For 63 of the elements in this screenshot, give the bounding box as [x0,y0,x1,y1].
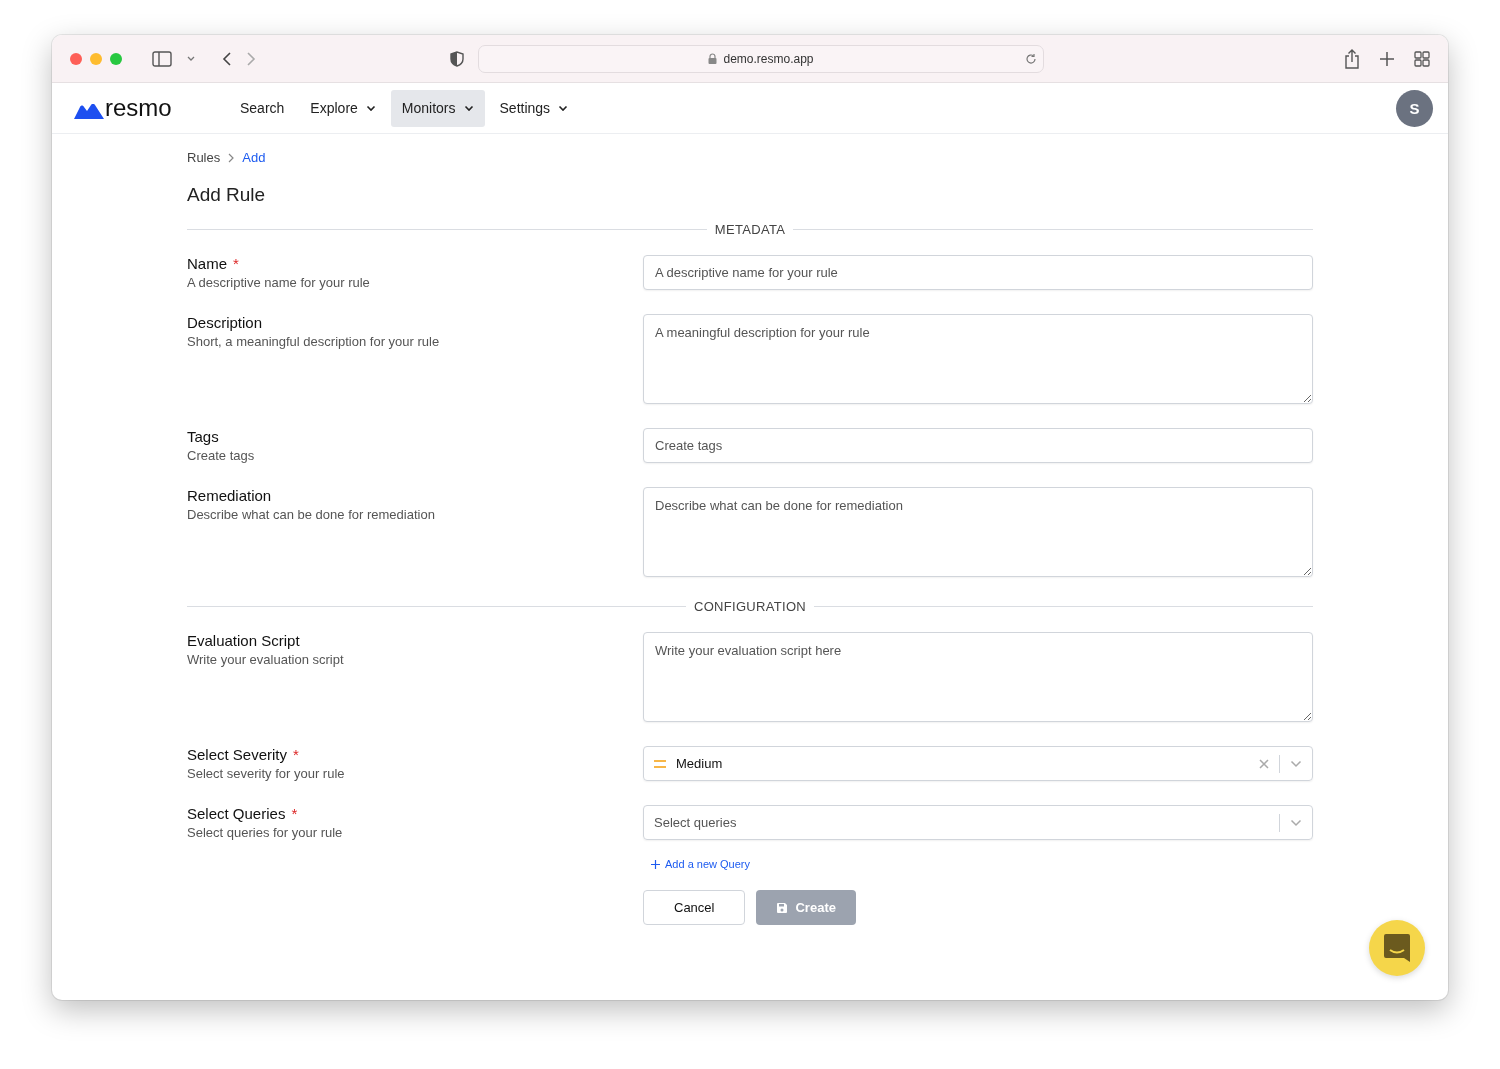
select-field[interactable]: Medium [643,746,1313,781]
textarea-field[interactable]: Write your evaluation script here [643,632,1313,722]
textarea-field[interactable]: A meaningful description for your rule [643,314,1313,404]
breadcrumb-link[interactable]: Rules [187,150,221,165]
tabs-grid-icon[interactable] [1414,50,1430,67]
clear-icon[interactable] [1259,758,1269,769]
user-avatar[interactable]: S [1396,89,1433,127]
required-mark: * [293,746,299,763]
form-button[interactable]: Cancel [643,890,746,925]
field-help: Describe what can be done for remediation [187,507,436,522]
text-input-field[interactable]: Create tags [643,428,1313,463]
logo-text: resmo [105,97,172,119]
nav-item[interactable]: Settings [488,89,580,127]
reload-icon[interactable] [1025,52,1037,65]
add-query-link[interactable]: Add a new Query [651,858,750,870]
field-label: Remediation [187,487,272,504]
breadcrumb-link[interactable]: Add [242,150,266,165]
nav-item[interactable]: Search [229,89,296,127]
field-help: Short, a meaningful description for your rule [187,334,441,349]
textarea-field[interactable]: Describe what can be done for remediation [643,487,1313,577]
chevron-down-icon [558,104,569,112]
save-icon [776,901,789,914]
page-title: Add Rule [187,184,267,206]
back-icon[interactable] [222,50,232,67]
share-icon[interactable] [1344,48,1360,69]
section-heading: METADATA [714,222,786,237]
nav-item[interactable]: Monitors [390,89,485,127]
field-help: Select severity for your rule [187,766,346,781]
field-label: Name [187,255,227,272]
shield-icon[interactable] [450,50,464,67]
chevron-down-icon[interactable] [1290,818,1302,827]
field-help: Select queries for your rule [187,825,344,840]
field-help: Write your evaluation script [187,652,345,667]
lock-icon [708,53,718,64]
required-mark: * [233,255,239,272]
address-bar[interactable]: demo.resmo.app [478,44,1044,73]
field-label: Evaluation Script [187,632,300,649]
chat-icon [1383,933,1411,963]
field-label: Select Severity [187,746,288,763]
field-label: Tags [187,428,219,445]
chevron-down-icon[interactable] [186,54,196,63]
field-label: Select Queries [187,805,286,822]
close-icon[interactable] [70,52,82,65]
field-help: Create tags [187,448,256,463]
equals-icon [654,759,666,768]
chevron-down-icon [365,104,376,112]
text-input-field[interactable]: A descriptive name for your rule [643,255,1313,290]
required-mark: * [291,805,298,822]
section-heading: CONFIGURATION [694,599,806,614]
chevron-right-icon [228,152,235,163]
address-text: demo.resmo.app [723,51,814,66]
sidebar-icon[interactable] [152,50,172,67]
logo-icon [74,104,104,119]
select-field[interactable]: Select queries [643,805,1313,840]
field-help: A descriptive name for your rule [187,275,371,290]
forward-icon[interactable] [246,50,256,67]
chat-launcher-button[interactable] [1369,920,1425,976]
plus-icon [651,859,660,869]
plus-icon[interactable] [1380,51,1394,66]
field-label: Description [187,314,263,331]
chevron-down-icon [463,104,474,112]
chevron-down-icon[interactable] [1290,759,1302,768]
nav-item[interactable]: Explore [299,89,387,127]
